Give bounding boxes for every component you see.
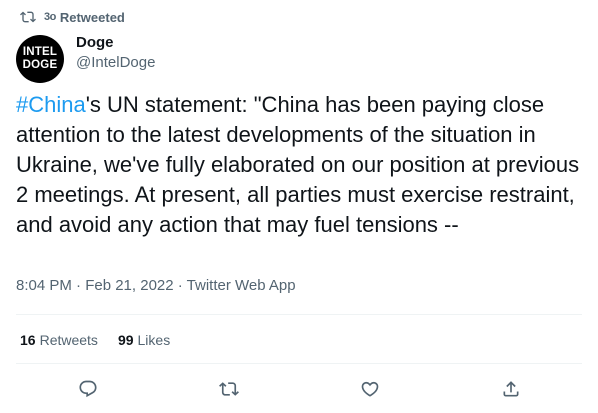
likes-stat[interactable]: 99 Likes xyxy=(118,331,170,349)
retweet-context: 3o Retweeted xyxy=(20,8,125,26)
avatar[interactable]: INTEL DOGE xyxy=(16,35,64,83)
hashtag-link[interactable]: #China xyxy=(16,92,86,117)
share-icon[interactable] xyxy=(500,378,522,400)
retweet-icon xyxy=(20,9,36,25)
retweeted-label[interactable]: Retweeted xyxy=(60,10,125,25)
reply-icon[interactable] xyxy=(77,378,99,400)
avatar-line-1: INTEL xyxy=(22,46,58,58)
tweet-stats: 16 Retweets 99 Likes xyxy=(20,331,190,349)
action-bar xyxy=(0,376,598,402)
tweet-timestamp[interactable]: 8:04 PM · Feb 21, 2022 · Twitter Web App xyxy=(16,276,296,296)
divider xyxy=(16,314,582,315)
tweet-text: #China's UN statement: "China has been p… xyxy=(16,90,586,240)
author-name[interactable]: Doge xyxy=(76,33,155,53)
like-icon[interactable] xyxy=(359,378,381,400)
retweets-label: Retweets xyxy=(39,332,98,348)
divider xyxy=(16,363,582,364)
author-block: Doge @IntelDoge xyxy=(76,33,155,73)
retweeter-avatar[interactable]: 3o xyxy=(44,11,56,23)
retweets-stat[interactable]: 16 Retweets xyxy=(20,331,98,349)
author-handle[interactable]: @IntelDoge xyxy=(76,53,155,73)
retweets-count: 16 xyxy=(20,332,36,348)
retweet-icon[interactable] xyxy=(218,378,240,400)
tweet-body: 's UN statement: "China has been paying … xyxy=(16,92,580,237)
avatar-line-2: DOGE xyxy=(22,58,58,71)
likes-count: 99 xyxy=(117,332,134,348)
likes-label: Likes xyxy=(137,332,171,348)
